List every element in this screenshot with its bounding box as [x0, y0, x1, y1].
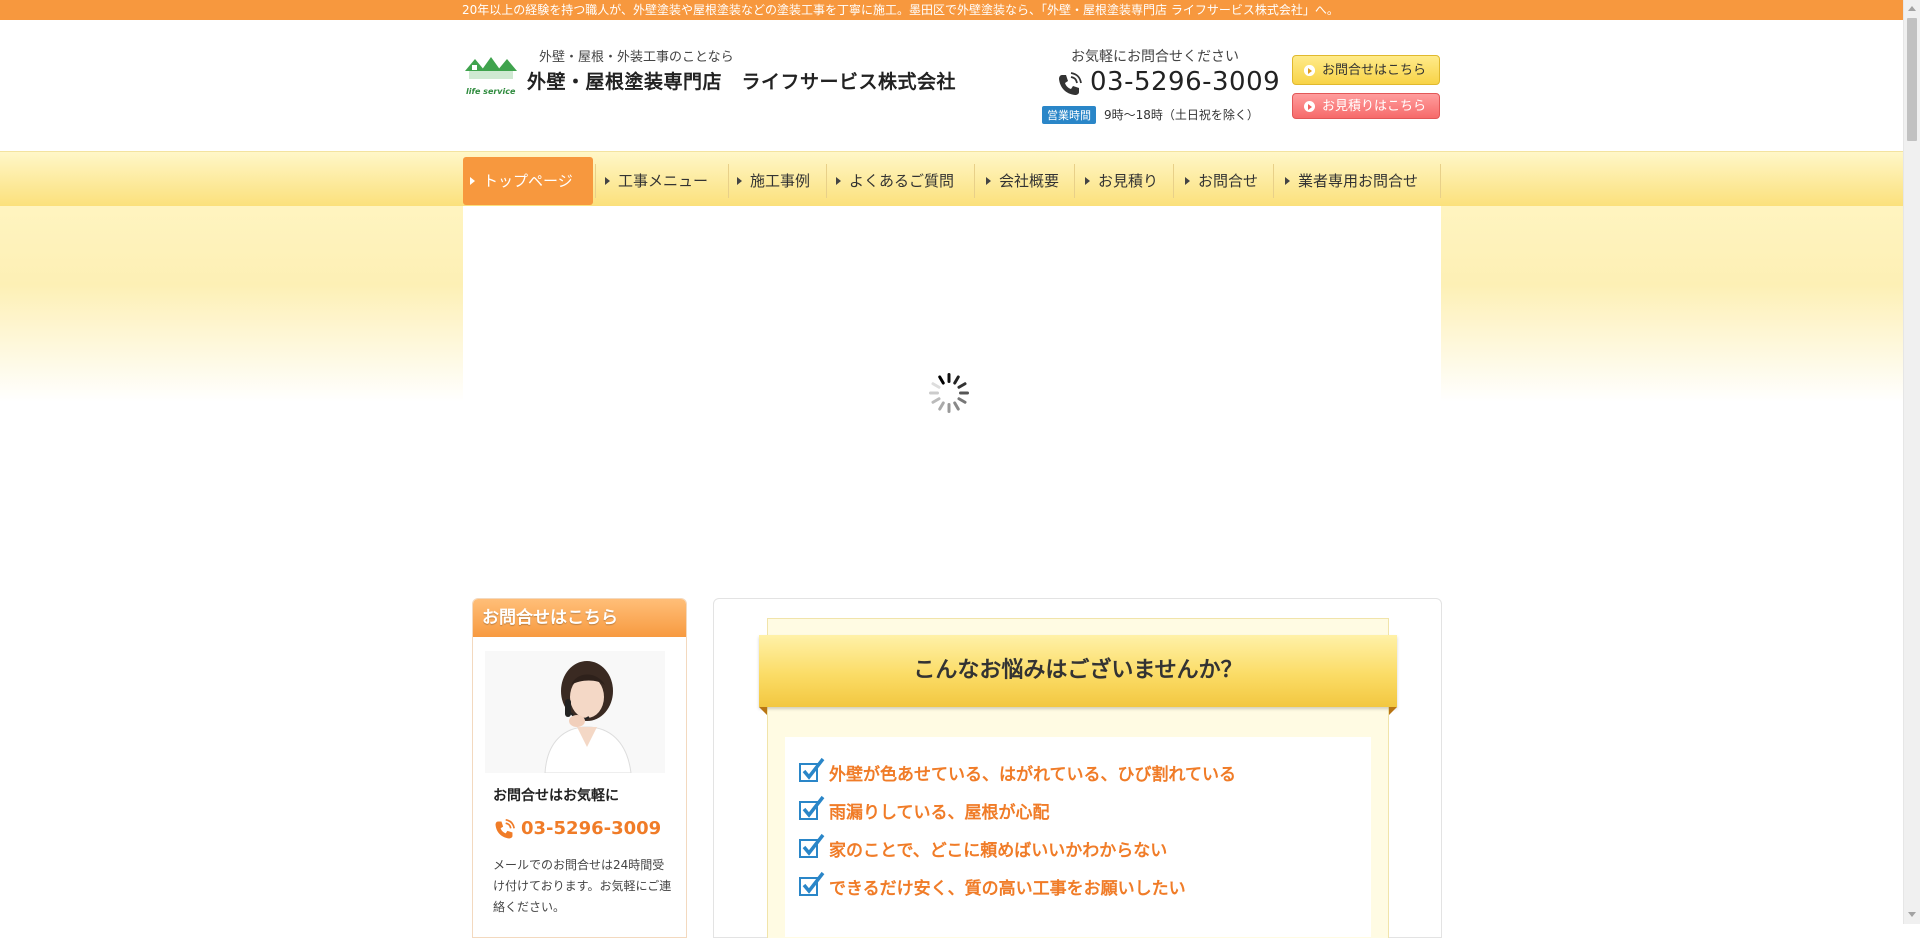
ribbon-fold [759, 707, 767, 715]
nav-divider [1440, 164, 1441, 198]
sidebar-heading: お問合せはこちら [473, 599, 686, 637]
company-logo[interactable]: life service [463, 53, 519, 101]
checklist-item-text: できるだけ安く、質の高い工事をお願いしたい [829, 879, 1186, 899]
nav-divider [728, 164, 729, 198]
nav-divider [1074, 164, 1075, 198]
phone-icon [495, 819, 515, 839]
announcement-text: 20年以上の経験を持つ職人が、外壁塗装や屋根塗装などの塗装工事を丁寧に施工。墨田… [462, 3, 1339, 17]
top-announcement-bar: 20年以上の経験を持つ職人が、外壁塗装や屋根塗装などの塗装工事を丁寧に施工。墨田… [0, 0, 1903, 20]
nav-item-business-contact[interactable]: 業者専用お問合せ [1278, 157, 1438, 205]
nav-divider [1173, 164, 1174, 198]
play-icon [1304, 65, 1315, 76]
company-name[interactable]: 外壁・屋根塗装専門店 ライフサービス株式会社 [527, 67, 956, 94]
vertical-scrollbar[interactable] [1903, 0, 1920, 924]
checkbox-checked-icon [799, 833, 825, 858]
nav-item-works[interactable]: 施工事例 [730, 157, 825, 205]
scroll-down-arrow-icon[interactable] [1908, 912, 1916, 917]
house-roofs-icon [465, 57, 517, 79]
scroll-up-arrow-icon[interactable] [1908, 6, 1916, 11]
business-hours: 9時～18時（土日祝を除く） [1104, 108, 1259, 122]
ribbon-fold [1389, 707, 1397, 715]
nav-divider [826, 164, 827, 198]
scrollbar-thumb[interactable] [1907, 18, 1917, 141]
nav-divider [595, 164, 596, 198]
checklist-item-text: 外壁が色あせている、はがれている、ひび割れている [829, 765, 1236, 785]
operator-illustration [485, 651, 665, 773]
tel-caption: お気軽にお問合せください [1071, 49, 1239, 65]
estimate-button[interactable]: お見積りはこちら [1292, 93, 1440, 119]
checklist-item-text: 雨漏りしている、屋根が心配 [829, 803, 1050, 823]
main-content-box: こんなお悩みはございませんか？ 外壁が色あせている、はがれている、ひび割れている… [713, 598, 1442, 938]
nav-divider [1273, 164, 1274, 198]
tel-number[interactable]: 03-5296-3009 [1090, 67, 1280, 97]
logo-brand-text: life service [466, 87, 516, 96]
checkbox-checked-icon [799, 795, 825, 820]
header-tagline: 外壁・屋根・外装工事のことなら [539, 50, 734, 65]
phone-icon [1059, 72, 1082, 95]
checkbox-checked-icon [799, 871, 825, 896]
nav-item-company[interactable]: 会社概要 [979, 157, 1074, 205]
checklist-item-text: 家のことで、どこに頼めばいいかわからない [829, 841, 1168, 861]
hours-badge: 営業時間 [1042, 106, 1096, 124]
operator-image [485, 651, 665, 773]
checkbox-checked-icon [799, 757, 825, 782]
main-navigation: トップページ 工事メニュー 施工事例 よくあるご質問 会社概要 お見積り お問合… [0, 151, 1903, 207]
worries-ribbon-title: こんなお悩みはございませんか？ [759, 635, 1397, 707]
nav-item-top[interactable]: トップページ [463, 157, 593, 205]
site-header: life service 外壁・屋根・外装工事のことなら 外壁・屋根塗装専門店 … [0, 20, 1903, 151]
contact-button-label: お問合せはこちら [1322, 63, 1427, 78]
loading-spinner-icon [929, 373, 969, 413]
nav-item-menu[interactable]: 工事メニュー [598, 157, 728, 205]
sidebar-tel-number[interactable]: 03-5296-3009 [521, 818, 661, 839]
nav-item-faq[interactable]: よくあるご質問 [829, 157, 979, 205]
play-icon [1304, 101, 1315, 112]
nav-item-estimate[interactable]: お見積り [1078, 157, 1173, 205]
contact-button[interactable]: お問合せはこちら [1292, 55, 1440, 85]
sidebar-note: メールでのお問合せは24時間受け付けております。お気軽にご連絡ください。 [493, 858, 672, 914]
sidebar-title: お問合せはお気軽に [493, 788, 619, 804]
sidebar-contact-box: お問合せはこちら お問合せはお気軽に 03-5296-3009 メールでのお問合… [472, 598, 687, 938]
nav-divider [974, 164, 975, 198]
estimate-button-label: お見積りはこちら [1322, 99, 1427, 114]
worries-checklist: 外壁が色あせている、はがれている、ひび割れている 雨漏りしている、屋根が心配 家… [785, 737, 1371, 937]
nav-item-contact[interactable]: お問合せ [1178, 157, 1273, 205]
